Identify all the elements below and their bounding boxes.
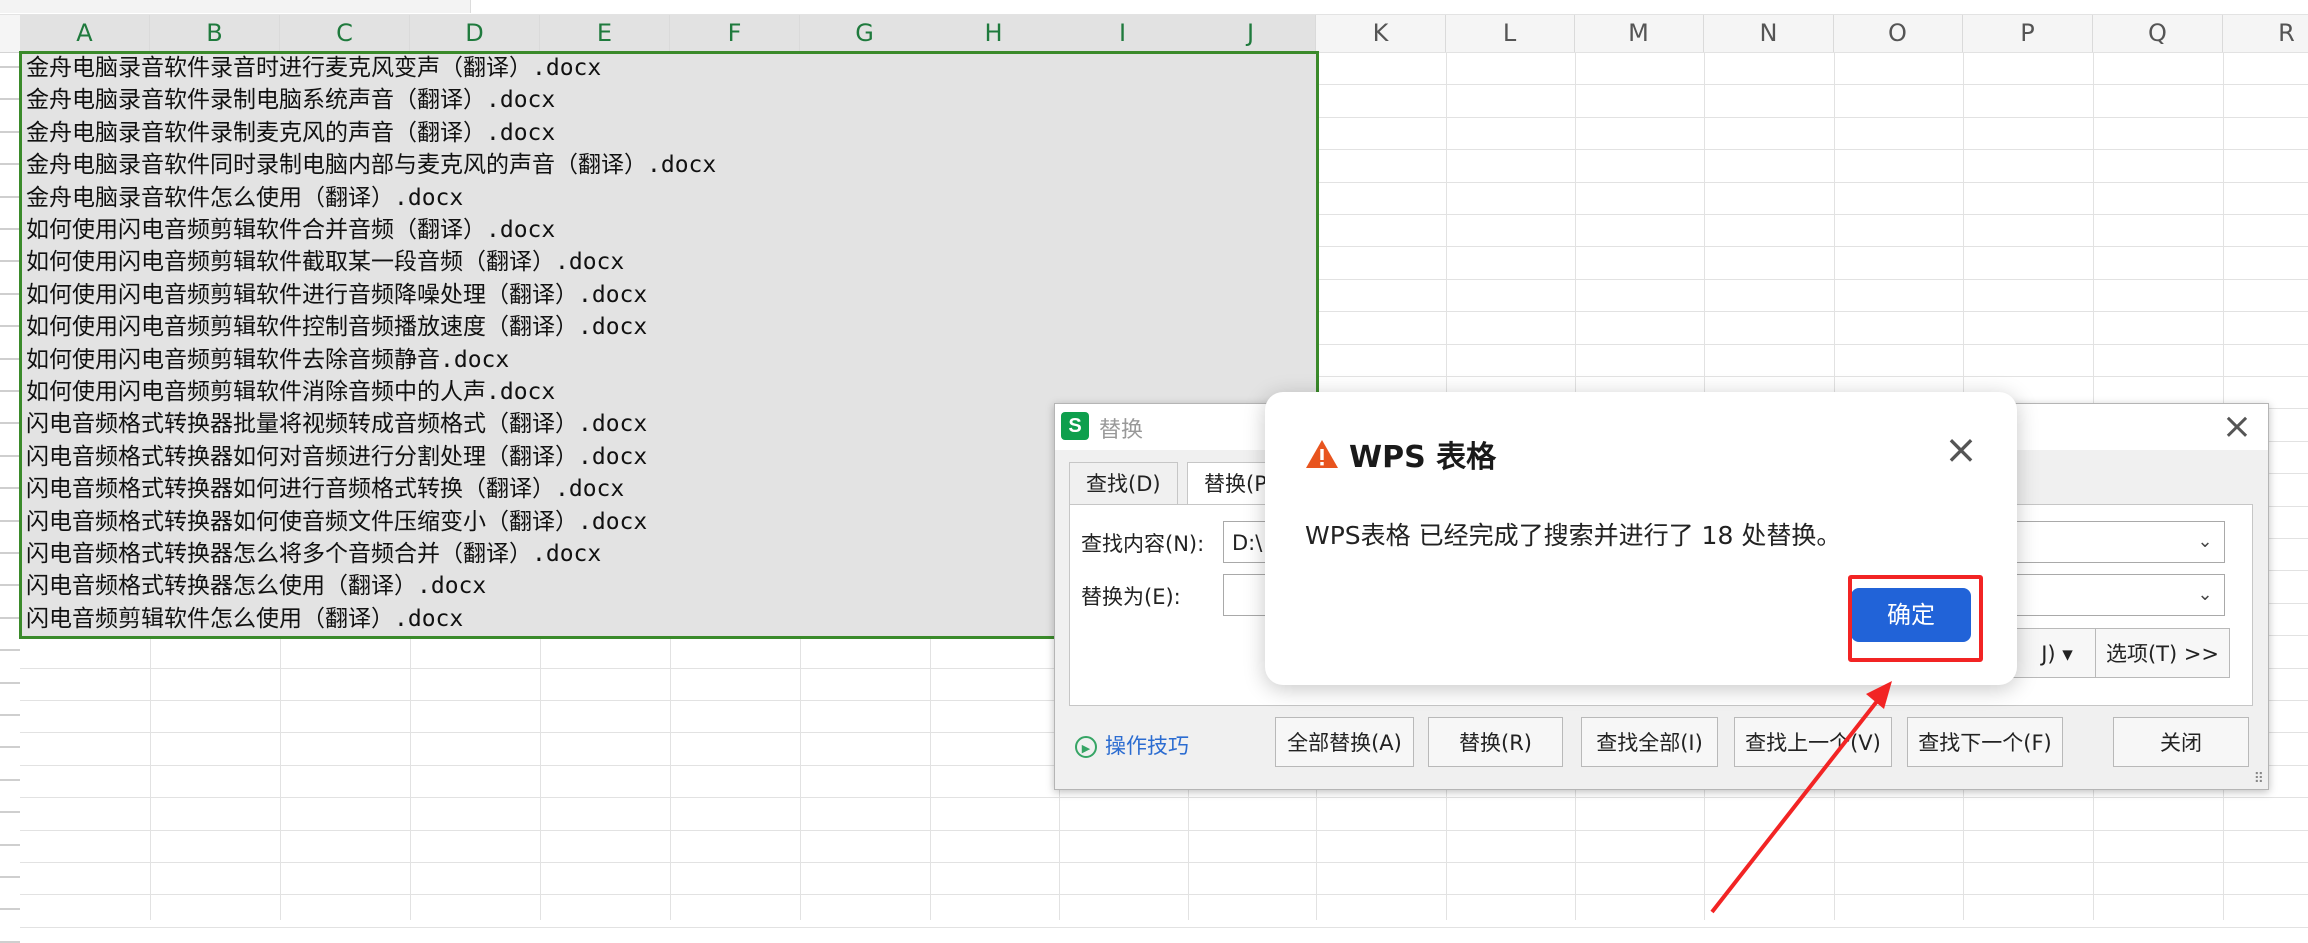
- column-header-l[interactable]: L: [1445, 15, 1575, 52]
- alert-message: WPS表格 已经完成了搜索并进行了 18 处替换。: [1305, 521, 1842, 550]
- find-all-button[interactable]: 查找全部(I): [1581, 717, 1718, 767]
- chevron-down-icon[interactable]: ⌄: [2192, 575, 2218, 615]
- replace-dialog-title: 替换: [1099, 418, 1144, 443]
- replace-all-button[interactable]: 全部替换(A): [1275, 717, 1414, 767]
- column-header-q[interactable]: Q: [2093, 15, 2223, 52]
- play-circle-icon: ▶: [1075, 736, 1097, 758]
- column-header-b[interactable]: B: [150, 15, 280, 52]
- column-header-n[interactable]: N: [1704, 15, 1834, 52]
- tips-link[interactable]: ▶ 操作技巧: [1075, 730, 1189, 760]
- find-next-button[interactable]: 查找下一个(F): [1907, 717, 2063, 767]
- chevron-down-icon[interactable]: ⌄: [2192, 522, 2218, 562]
- column-header-g[interactable]: G: [800, 15, 930, 52]
- column-header-f[interactable]: F: [670, 15, 800, 52]
- tab-find[interactable]: 查找(D): [1069, 462, 1178, 506]
- replace-button[interactable]: 替换(R): [1428, 717, 1563, 767]
- resize-grip-icon[interactable]: ⠿: [2254, 771, 2264, 787]
- column-header-row: ABCDEFGHIJKLMNOPQR: [0, 15, 2308, 53]
- find-input-value: D:\: [1232, 531, 1263, 555]
- close-icon[interactable]: ×: [1941, 430, 1981, 470]
- column-header-k[interactable]: K: [1316, 15, 1446, 52]
- ok-button-highlight: [1848, 575, 1983, 662]
- alert-title: WPS 表格: [1349, 440, 1497, 475]
- column-header-j[interactable]: J: [1186, 15, 1316, 52]
- column-header-r[interactable]: R: [2222, 15, 2308, 52]
- replace-label: 替换为(E):: [1081, 585, 1181, 609]
- column-header-o[interactable]: O: [1833, 15, 1963, 52]
- warning-icon: [1306, 440, 1338, 468]
- column-header-d[interactable]: D: [410, 15, 540, 52]
- column-header-p[interactable]: P: [1963, 15, 2093, 52]
- column-header-i[interactable]: I: [1058, 15, 1188, 52]
- column-header-h[interactable]: H: [929, 15, 1059, 52]
- close-button[interactable]: 关闭: [2113, 717, 2249, 767]
- wps-spreadsheet-icon: S: [1061, 412, 1089, 440]
- close-icon[interactable]: ×: [2218, 408, 2256, 446]
- column-header-c[interactable]: C: [280, 15, 410, 52]
- top-strip: [0, 0, 2308, 15]
- column-header-a[interactable]: A: [20, 15, 150, 52]
- column-header-e[interactable]: E: [540, 15, 670, 52]
- tips-link-label: 操作技巧: [1105, 734, 1189, 758]
- find-label: 查找内容(N):: [1081, 532, 1205, 556]
- column-header-m[interactable]: M: [1574, 15, 1704, 52]
- find-previous-button[interactable]: 查找上一个(V): [1734, 717, 1892, 767]
- format-dropdown-button[interactable]: J) ▾: [2006, 628, 2108, 678]
- options-button[interactable]: 选项(T) >>: [2095, 628, 2230, 678]
- sheet-tab-strip: [0, 0, 471, 13]
